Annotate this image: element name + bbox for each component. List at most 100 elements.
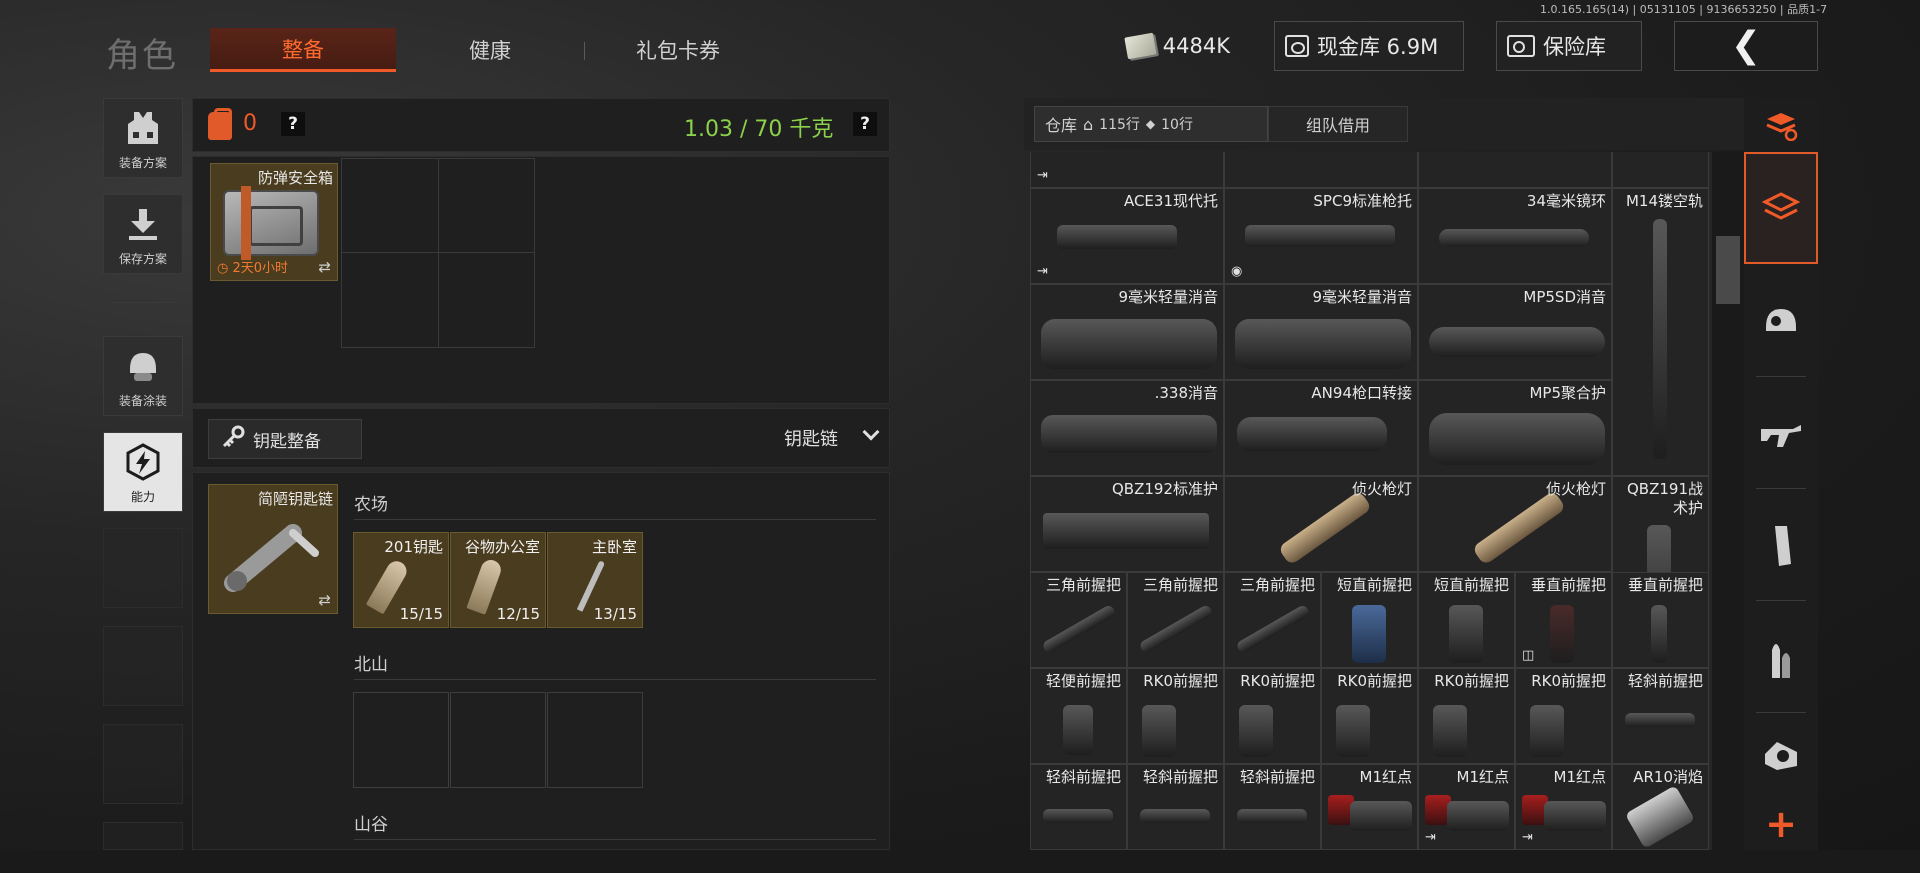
warehouse-item[interactable]: 轻斜前握把: [1030, 764, 1127, 850]
scope-category-icon[interactable]: [1744, 716, 1818, 796]
warehouse-item[interactable]: MP5聚合护: [1418, 380, 1612, 476]
weight-help-icon[interactable]: ?: [853, 112, 877, 136]
item-name: SPC9标准枪托: [1313, 192, 1412, 210]
exit-icon: ⇥: [1522, 830, 1533, 845]
warehouse-item[interactable]: 三角前握把: [1127, 572, 1224, 668]
empty-key-slot: [353, 692, 449, 788]
key-loadout-button[interactable]: 钥匙整备: [208, 419, 362, 459]
warehouse-item[interactable]: M1红点 ⇥: [1515, 764, 1612, 850]
tab-team-borrow[interactable]: 组队借用: [1268, 106, 1408, 142]
key-item[interactable]: 201钥匙 15/15: [353, 532, 449, 628]
warehouse-item[interactable]: RK0前握把: [1127, 668, 1224, 764]
warehouse-item[interactable]: RK0前握把: [1321, 668, 1418, 764]
warehouse-item[interactable]: 侦火枪灯: [1418, 476, 1612, 572]
item-name: 轻便前握把: [1045, 672, 1121, 690]
warehouse-item[interactable]: [1418, 152, 1612, 188]
armor-help-icon[interactable]: ?: [281, 112, 305, 136]
items-count: 10行: [1161, 117, 1193, 133]
item-image: [1471, 490, 1567, 566]
key-name: 主卧室: [591, 538, 637, 556]
warehouse-item[interactable]: 侦火枪灯: [1224, 476, 1418, 572]
tab-health[interactable]: 健康: [420, 28, 560, 72]
area-divider: [354, 839, 876, 840]
item-image: [1041, 603, 1117, 655]
warehouse-item[interactable]: 短直前握把: [1321, 572, 1418, 668]
scrollbar-thumb[interactable]: [1716, 236, 1740, 304]
keychain-item[interactable]: 简陋钥匙链 ⇄: [208, 484, 338, 614]
cube-icon: ◫: [1522, 648, 1535, 663]
sidebar-item-save-plan[interactable]: 保存方案: [103, 194, 183, 274]
sidebar-empty-slot: [103, 822, 183, 850]
warehouse-item[interactable]: QBZ192标准护: [1030, 476, 1224, 572]
key-item[interactable]: 主卧室 13/15: [547, 532, 643, 628]
item-name: AR10消焰: [1633, 768, 1703, 786]
swap-icon[interactable]: ⇄: [318, 258, 331, 276]
safe-vault-button[interactable]: 保险库: [1496, 21, 1642, 71]
warehouse-item[interactable]: [1224, 152, 1418, 188]
warehouse-item[interactable]: 9毫米轻量消音: [1224, 284, 1418, 380]
warehouse-item[interactable]: MP5SD消音: [1418, 284, 1612, 380]
swap-icon[interactable]: ⇄: [318, 591, 331, 609]
sort-refresh-icon[interactable]: [1744, 104, 1818, 148]
item-image: [1138, 603, 1214, 655]
helmet-category-icon[interactable]: [1744, 268, 1818, 376]
item-image: [1350, 801, 1412, 831]
warehouse-item[interactable]: 三角前握把: [1224, 572, 1321, 668]
warehouse-item[interactable]: 9毫米轻量消音: [1030, 284, 1224, 380]
warehouse-item[interactable]: 三角前握把: [1030, 572, 1127, 668]
tab-loadout[interactable]: 整备: [210, 28, 396, 72]
back-button[interactable]: ❮: [1674, 21, 1818, 71]
tab-warehouse[interactable]: 仓库 ⌂ 115行 ◆ 10行: [1034, 106, 1268, 142]
warehouse-item[interactable]: 轻便前握把: [1030, 668, 1127, 764]
magazine-category-icon[interactable]: [1744, 492, 1818, 600]
warehouse-label: 仓库: [1045, 116, 1078, 135]
key-count: 13/15: [593, 605, 637, 623]
clock-icon: ◷: [217, 261, 233, 276]
item-name: 9毫米轻量消音: [1312, 288, 1412, 306]
warehouse-item[interactable]: M1红点 ⇥: [1418, 764, 1515, 850]
warehouse-item[interactable]: AN94枪口转接: [1224, 380, 1418, 476]
warehouse-item[interactable]: 轻斜前握把: [1224, 764, 1321, 850]
sidebar-item-equipment-skin[interactable]: 装备涂装: [103, 336, 183, 416]
warehouse-item[interactable]: .338消音: [1030, 380, 1224, 476]
warehouse-item[interactable]: 短直前握把: [1418, 572, 1515, 668]
sidebar-divider: [110, 302, 176, 303]
warehouse-item[interactable]: RK0前握把: [1515, 668, 1612, 764]
warehouse-item[interactable]: M14镂空轨: [1612, 188, 1709, 476]
key-name: 201钥匙: [384, 538, 443, 556]
warehouse-item[interactable]: [1612, 152, 1709, 188]
warehouse-item[interactable]: M1红点: [1321, 764, 1418, 850]
key-item[interactable]: 谷物办公室 12/15: [450, 532, 546, 628]
warehouse-item[interactable]: 34毫米镜环: [1418, 188, 1612, 284]
warehouse-item[interactable]: ⇥: [1030, 152, 1224, 188]
item-image: [1336, 705, 1370, 757]
rifle-category-icon[interactable]: [1744, 380, 1818, 488]
keychain-dropdown-label[interactable]: 钥匙链: [784, 425, 838, 451]
item-name: 轻斜前握把: [1239, 768, 1315, 786]
cash-vault-button[interactable]: 现金库 6.9M: [1274, 21, 1464, 71]
item-image: [1063, 705, 1093, 755]
tab-gift-vouchers[interactable]: 礼包卡券: [608, 28, 748, 72]
area-label-north-mountain: 北山: [354, 655, 388, 675]
ammo-category-icon[interactable]: [1744, 604, 1818, 712]
warehouse-item[interactable]: 垂直前握把 ◫: [1515, 572, 1612, 668]
warehouse-item[interactable]: RK0前握把: [1224, 668, 1321, 764]
safe-case-item[interactable]: 防弹安全箱 ◷ 2天0小时 ⇄: [210, 163, 338, 281]
item-image: [1433, 705, 1467, 757]
warehouse-item[interactable]: ACE31现代托 ⇥: [1030, 188, 1224, 284]
item-image: [1624, 785, 1696, 849]
sidebar-item-loadout-plans[interactable]: 装备方案: [103, 98, 183, 178]
warehouse-item[interactable]: RK0前握把: [1418, 668, 1515, 764]
warehouse-item[interactable]: AR10消焰: [1612, 764, 1709, 850]
sidebar-item-abilities[interactable]: 能力: [103, 432, 183, 512]
warehouse-item[interactable]: 轻斜前握把: [1612, 668, 1709, 764]
grid-line: [438, 158, 439, 348]
grid-line: [341, 252, 535, 253]
warehouse-item[interactable]: 轻斜前握把: [1127, 764, 1224, 850]
currency-display: 4484K: [1116, 21, 1240, 71]
warehouse-item[interactable]: 垂直前握把: [1612, 572, 1709, 668]
layers-icon[interactable]: [1744, 152, 1818, 264]
exit-icon: ⇥: [1037, 264, 1048, 279]
warehouse-item[interactable]: SPC9标准枪托 ◉: [1224, 188, 1418, 284]
add-icon[interactable]: +: [1744, 798, 1818, 850]
